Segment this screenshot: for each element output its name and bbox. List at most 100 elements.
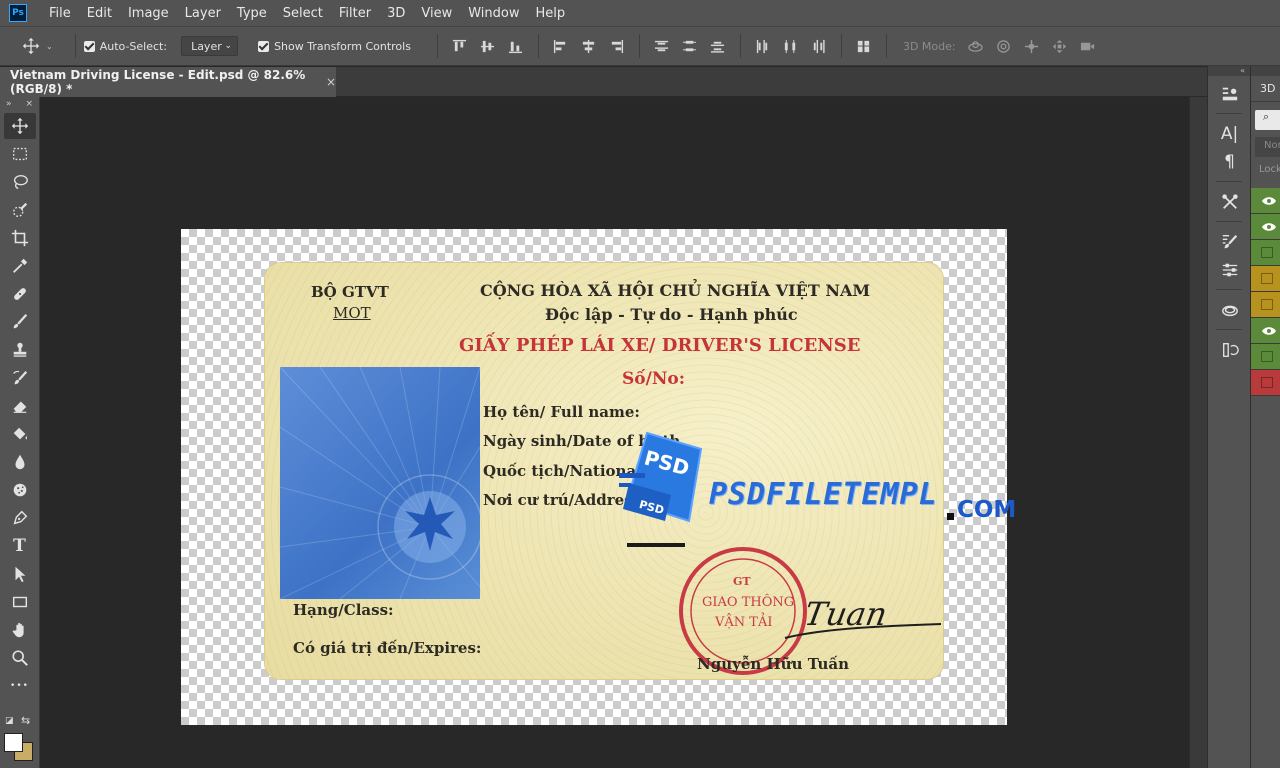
auto-align-layers-icon[interactable] bbox=[850, 35, 878, 57]
history-brush-tool[interactable] bbox=[4, 365, 36, 391]
menu-type[interactable]: Type bbox=[229, 6, 275, 21]
edit-toolbar-button[interactable]: ••• bbox=[4, 673, 36, 699]
expand-toolbar-icon[interactable]: » bbox=[6, 99, 12, 109]
distribute-vertical-centers-icon[interactable] bbox=[676, 35, 704, 57]
layer-filter-search[interactable]: ⌕ bbox=[1255, 110, 1280, 130]
visibility-toggle[interactable] bbox=[1261, 273, 1273, 284]
layer-row[interactable] bbox=[1251, 370, 1280, 396]
zoom-tool[interactable] bbox=[4, 645, 36, 671]
align-bottom-edges-icon[interactable] bbox=[502, 35, 530, 57]
type-tool[interactable]: T bbox=[4, 533, 36, 559]
menu-window[interactable]: Window bbox=[460, 6, 527, 21]
sponge-tool[interactable] bbox=[4, 477, 36, 503]
3d-roll-icon[interactable] bbox=[990, 35, 1018, 57]
eyedropper-tool[interactable] bbox=[4, 253, 36, 279]
color-swatches: ◪ ⇆ bbox=[0, 714, 40, 764]
collapse-dock-icon[interactable]: « bbox=[1208, 66, 1251, 76]
menu-layer[interactable]: Layer bbox=[177, 6, 229, 21]
lasso-tool[interactable] bbox=[4, 169, 36, 195]
visibility-toggle[interactable] bbox=[1261, 247, 1273, 258]
align-vertical-centers-icon[interactable] bbox=[474, 35, 502, 57]
paint-bucket-tool[interactable] bbox=[4, 421, 36, 447]
crop-tool[interactable] bbox=[4, 225, 36, 251]
eye-icon[interactable] bbox=[1261, 222, 1277, 232]
close-toolbar-icon[interactable]: × bbox=[25, 99, 33, 109]
swap-colors-icon[interactable]: ⇆ bbox=[21, 714, 30, 727]
document-tab-bar: Vietnam Driving License - Edit.psd @ 82.… bbox=[0, 67, 1207, 97]
auto-select-target-dropdown[interactable]: Layer ⌄ bbox=[181, 36, 239, 56]
default-colors-icon[interactable]: ◪ bbox=[5, 716, 14, 726]
3d-orbit-icon[interactable] bbox=[962, 35, 990, 57]
3d-scale-icon[interactable] bbox=[1074, 35, 1102, 57]
document-canvas[interactable]: BỘ GTVT MOT CỘNG HÒA XÃ HỘI CHỦ NGHĨA VI… bbox=[181, 229, 1016, 725]
foreground-color-swatch[interactable] bbox=[4, 733, 23, 752]
tools-preset-icon[interactable] bbox=[1208, 188, 1251, 216]
visibility-toggle[interactable] bbox=[1261, 351, 1273, 362]
distribute-left-edges-icon[interactable] bbox=[749, 35, 777, 57]
layer-row[interactable] bbox=[1251, 318, 1280, 344]
menu-filter[interactable]: Filter bbox=[331, 6, 379, 21]
history-icon[interactable] bbox=[1208, 336, 1251, 364]
tool-preset-caret-icon[interactable]: ⌄ bbox=[46, 42, 53, 51]
distribute-bottom-edges-icon[interactable] bbox=[704, 35, 732, 57]
canvas-area[interactable]: BỘ GTVT MOT CỘNG HÒA XÃ HỘI CHỦ NGHĨA VI… bbox=[41, 97, 1189, 768]
vertical-scrollbar[interactable] bbox=[1189, 97, 1207, 768]
document-tab[interactable]: Vietnam Driving License - Edit.psd @ 82.… bbox=[0, 67, 336, 97]
expires-label: Có giá trị đến/Expires: bbox=[293, 639, 482, 657]
eye-icon[interactable] bbox=[1261, 326, 1277, 336]
3d-pan-icon[interactable] bbox=[1018, 35, 1046, 57]
move-tool-icon[interactable] bbox=[20, 35, 42, 57]
menu-file[interactable]: File bbox=[41, 6, 79, 21]
menu-select[interactable]: Select bbox=[275, 6, 331, 21]
menu-edit[interactable]: Edit bbox=[79, 6, 120, 21]
align-left-edges-icon[interactable] bbox=[547, 35, 575, 57]
menu-3d[interactable]: 3D bbox=[379, 6, 413, 21]
distribute-horizontal-centers-icon[interactable] bbox=[777, 35, 805, 57]
visibility-toggle[interactable] bbox=[1261, 377, 1273, 388]
rectangle-tool[interactable] bbox=[4, 589, 36, 615]
layers-panel: 3D ⌕ Nor Lock bbox=[1250, 66, 1280, 768]
tab-3d[interactable]: 3D bbox=[1251, 76, 1280, 102]
hand-tool[interactable] bbox=[4, 617, 36, 643]
eye-icon[interactable] bbox=[1261, 196, 1277, 206]
rectangular-marquee-tool[interactable] bbox=[4, 141, 36, 167]
eraser-tool[interactable] bbox=[4, 393, 36, 419]
align-top-edges-icon[interactable] bbox=[446, 35, 474, 57]
properties-icon[interactable] bbox=[1208, 80, 1251, 108]
layer-row[interactable] bbox=[1251, 214, 1280, 240]
move-tool[interactable] bbox=[3, 113, 36, 139]
clone-stamp-tool[interactable] bbox=[4, 337, 36, 363]
quick-selection-tool[interactable] bbox=[4, 197, 36, 223]
menu-image[interactable]: Image bbox=[120, 6, 177, 21]
layer-row[interactable] bbox=[1251, 344, 1280, 370]
3d-slide-icon[interactable] bbox=[1046, 35, 1074, 57]
layer-row[interactable] bbox=[1251, 266, 1280, 292]
libraries-icon[interactable] bbox=[1208, 296, 1251, 324]
paragraph-icon[interactable]: ¶ bbox=[1208, 148, 1251, 176]
blend-mode-dropdown[interactable]: Nor bbox=[1255, 137, 1280, 157]
healing-brush-tool[interactable] bbox=[4, 281, 36, 307]
adjustments-icon[interactable] bbox=[1208, 256, 1251, 284]
show-transform-checkbox[interactable] bbox=[258, 40, 270, 52]
layer-row[interactable] bbox=[1251, 292, 1280, 318]
menu-view[interactable]: View bbox=[413, 6, 460, 21]
menu-help[interactable]: Help bbox=[528, 6, 574, 21]
close-document-icon[interactable]: × bbox=[326, 75, 336, 89]
character-icon[interactable]: A| bbox=[1208, 120, 1251, 148]
distribute-top-edges-icon[interactable] bbox=[648, 35, 676, 57]
document-title: Vietnam Driving License - Edit.psd @ 82.… bbox=[10, 68, 306, 96]
brush-tool[interactable] bbox=[4, 309, 36, 335]
layer-row[interactable] bbox=[1251, 240, 1280, 266]
blur-tool[interactable] bbox=[4, 449, 36, 475]
visibility-toggle[interactable] bbox=[1261, 299, 1273, 310]
more-tools-icon: ••• bbox=[10, 681, 29, 691]
pen-tool[interactable] bbox=[4, 505, 36, 531]
align-right-edges-icon[interactable] bbox=[603, 35, 631, 57]
brushes-icon[interactable] bbox=[1208, 228, 1251, 256]
distribute-right-edges-icon[interactable] bbox=[805, 35, 833, 57]
path-selection-tool[interactable] bbox=[4, 561, 36, 587]
watermark-underline bbox=[627, 543, 685, 547]
layer-row[interactable] bbox=[1251, 188, 1280, 214]
auto-select-checkbox[interactable] bbox=[83, 40, 95, 52]
align-horizontal-centers-icon[interactable] bbox=[575, 35, 603, 57]
